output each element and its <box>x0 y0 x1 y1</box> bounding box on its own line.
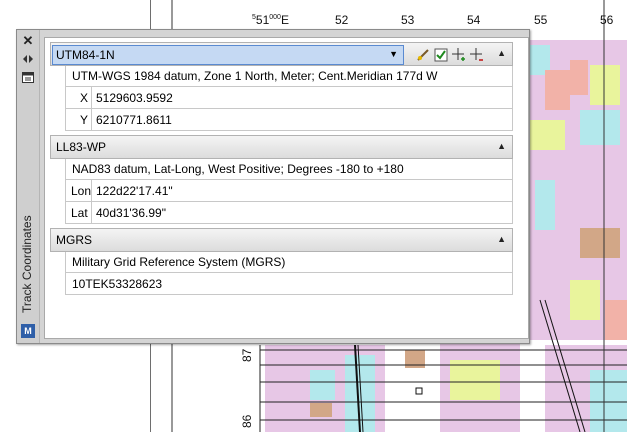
ll83-lat-value[interactable]: 40d31'36.99" <box>92 202 166 223</box>
utm-y-label: Y <box>66 109 92 130</box>
add-coordinate-icon[interactable] <box>451 47 467 63</box>
map-tick-e0-unit: E <box>280 13 289 27</box>
mgrs-section-title: MGRS <box>56 233 92 247</box>
properties-icon[interactable] <box>21 70 35 84</box>
pick-coordinate-system-icon[interactable] <box>415 47 431 63</box>
map-tick-e2: 53 <box>401 13 415 27</box>
remove-coordinate-icon[interactable] <box>469 47 485 63</box>
close-icon[interactable]: ✕ <box>21 33 35 48</box>
chevron-down-icon: ▼ <box>389 49 398 59</box>
collapse-icon[interactable]: ▲ <box>497 234 506 244</box>
map-tick-e0-main: 51 <box>255 13 270 27</box>
mgrs-section: MGRS ▲ Military Grid Reference System (M… <box>50 228 513 295</box>
ll83-section-title: LL83-WP <box>56 140 107 154</box>
ll83-section-header[interactable]: LL83-WP ▲ <box>50 135 513 159</box>
utm-x-label: X <box>66 87 92 108</box>
map-tick-e1: 52 <box>335 13 349 27</box>
ll83-section: LL83-WP ▲ NAD83 datum, Lat-Long, West Po… <box>50 135 513 224</box>
auto-hide-icon[interactable] <box>21 52 35 66</box>
ll83-row-lat: Lat 40d31'36.99" <box>65 202 513 224</box>
mgrs-value[interactable]: 10TEK53328623 <box>65 273 513 295</box>
map-tick-e5: 56 <box>600 13 614 27</box>
collapse-icon[interactable]: ▲ <box>497 48 506 58</box>
map-tick-n87: 87 <box>240 348 254 362</box>
utm-row-y: Y 6210771.8611 <box>65 109 513 131</box>
ll83-lon-value[interactable]: 122d22'17.41" <box>92 180 173 201</box>
ll83-lat-label: Lat <box>66 202 92 223</box>
palette-content: UTM84-1N ▼ ▲ UTM-WGS 1984 datum, Zone 1 … <box>44 37 529 339</box>
map-tick-e0-suffix: 000 <box>269 14 281 21</box>
collapse-icon[interactable]: ▲ <box>497 141 506 151</box>
utm-x-value[interactable]: 5129603.9592 <box>92 87 173 108</box>
utm-row-x: X 5129603.9592 <box>65 87 513 109</box>
palette-title-bar[interactable]: ✕ Track Coordinates M <box>17 30 40 343</box>
track-coordinates-palette: ✕ Track Coordinates M UTM84-1N ▼ ▲ UTM-W… <box>16 29 530 344</box>
ll83-description: NAD83 datum, Lat-Long, West Positive; De… <box>65 159 513 180</box>
ll83-row-lon: Lon 122d22'17.41" <box>65 180 513 202</box>
map-logo-icon: M <box>21 324 35 338</box>
ll83-lon-label: Lon <box>66 180 92 201</box>
map-tick-e3: 54 <box>467 13 481 27</box>
utm-section: UTM84-1N ▼ ▲ UTM-WGS 1984 datum, Zone 1 … <box>50 42 513 131</box>
map-tick-n86: 86 <box>240 414 254 428</box>
mgrs-description: Military Grid Reference System (MGRS) <box>65 252 513 273</box>
coordinate-system-selected: UTM84-1N <box>56 48 115 62</box>
apply-checkmark-icon[interactable] <box>433 47 449 63</box>
utm-section-header: UTM84-1N ▼ ▲ <box>50 42 513 66</box>
map-tick-e0: 551000E <box>252 13 289 27</box>
palette-title: Track Coordinates <box>20 215 34 313</box>
utm-description: UTM-WGS 1984 datum, Zone 1 North, Meter;… <box>65 66 513 87</box>
utm-y-value[interactable]: 6210771.8611 <box>92 109 172 130</box>
map-tick-e4: 55 <box>534 13 548 27</box>
coordinate-system-dropdown[interactable]: UTM84-1N ▼ <box>52 45 404 65</box>
mgrs-section-header[interactable]: MGRS ▲ <box>50 228 513 252</box>
